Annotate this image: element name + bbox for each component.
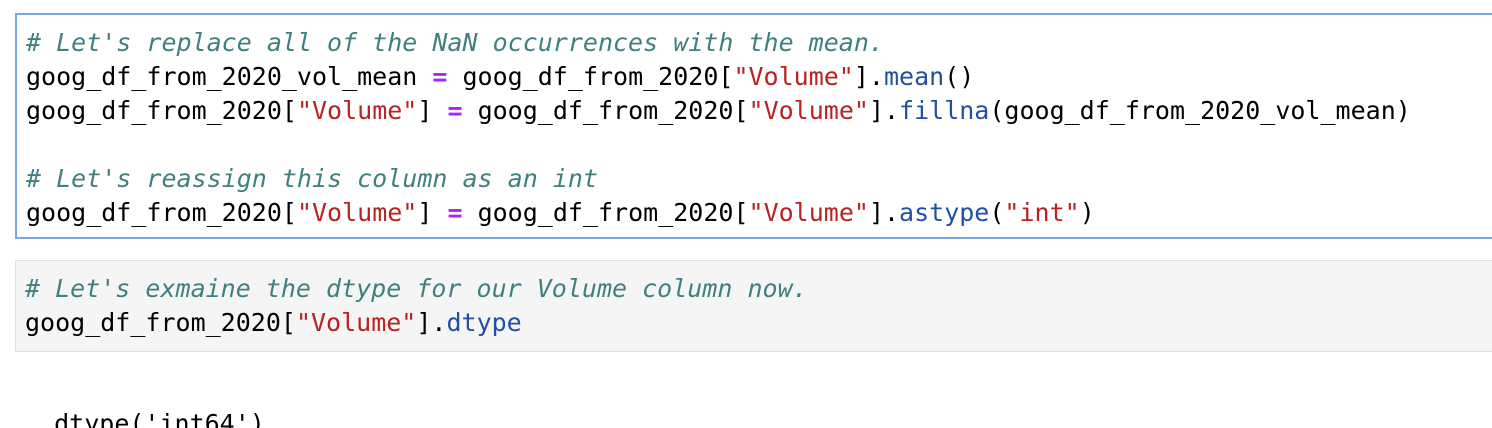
code-token: goog_df_from_2020[ xyxy=(25,308,296,337)
code-line: goog_df_from_2020_vol_mean = goog_df_fro… xyxy=(26,60,1411,94)
code-line: # Let's replace all of the NaN occurrenc… xyxy=(26,26,1411,60)
code-method: fillna xyxy=(899,96,990,125)
code-token: ]. xyxy=(416,308,447,337)
code-cell[interactable]: # Let's exmaine the dtype for our Volume… xyxy=(15,260,1492,352)
code-token: ]. xyxy=(868,96,900,125)
code-token: ]. xyxy=(868,198,900,227)
code-comment: # Let's exmaine the dtype for our Volume… xyxy=(25,274,808,303)
code-token: ] xyxy=(417,96,448,125)
code-line: goog_df_from_2020["Volume"].dtype xyxy=(25,306,808,340)
cell-output: dtype('int64') xyxy=(24,373,265,428)
code-line: # Let's reassign this column as an int xyxy=(26,162,1411,196)
code-comment: # Let's replace all of the NaN occurrenc… xyxy=(26,28,884,57)
code-string: "Volume" xyxy=(733,62,854,91)
code-string: "Volume" xyxy=(295,308,417,337)
code-token: goog_df_from_2020[ xyxy=(462,96,749,125)
code-editor[interactable]: # Let's exmaine the dtype for our Volume… xyxy=(25,272,808,340)
code-line: goog_df_from_2020["Volume"] = goog_df_fr… xyxy=(26,94,1411,128)
code-string: "int" xyxy=(1004,198,1080,227)
code-cell-selected[interactable]: # Let's replace all of the NaN occurrenc… xyxy=(15,13,1492,239)
code-token: ] xyxy=(417,198,448,227)
code-token: ) xyxy=(1079,198,1095,227)
code-line: # Let's exmaine the dtype for our Volume… xyxy=(25,272,808,306)
code-operator: = xyxy=(447,198,463,227)
code-editor[interactable]: # Let's replace all of the NaN occurrenc… xyxy=(26,26,1411,230)
output-text: dtype('int64') xyxy=(54,409,265,428)
code-token: goog_df_from_2020[ xyxy=(26,96,297,125)
code-token: goog_df_from_2020[ xyxy=(26,198,297,227)
code-token: ]. xyxy=(853,62,884,91)
code-operator: = xyxy=(432,62,448,91)
code-operator: = xyxy=(447,96,463,125)
code-token: goog_df_from_2020_vol_mean xyxy=(26,62,433,91)
code-string: "Volume" xyxy=(296,198,418,227)
code-string: "Volume" xyxy=(748,96,869,125)
code-token: goog_df_from_2020[ xyxy=(462,198,749,227)
code-method: mean xyxy=(883,62,945,91)
code-string: "Volume" xyxy=(748,198,869,227)
code-token: ( xyxy=(989,198,1005,227)
code-token: () xyxy=(944,62,975,91)
code-comment: # Let's reassign this column as an int xyxy=(26,164,598,193)
code-line: goog_df_from_2020["Volume"] = goog_df_fr… xyxy=(26,196,1411,230)
code-method: astype xyxy=(899,198,990,227)
code-token: (goog_df_from_2020_vol_mean) xyxy=(989,96,1411,125)
code-method: dtype xyxy=(446,308,522,337)
code-token: goog_df_from_2020[ xyxy=(447,62,734,91)
code-string: "Volume" xyxy=(296,96,418,125)
